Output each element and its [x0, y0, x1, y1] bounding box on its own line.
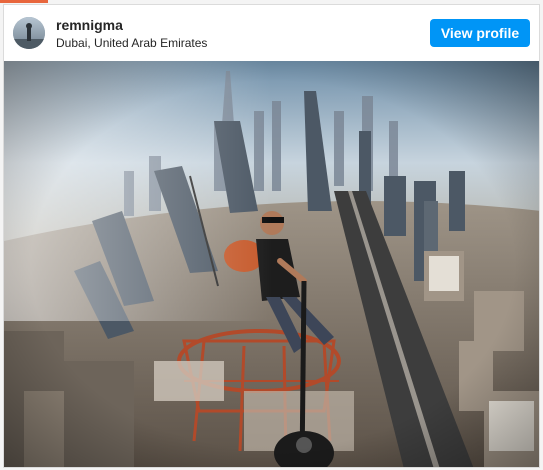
- username[interactable]: remnigma: [56, 17, 123, 33]
- skyline-selfie-photo: [4, 61, 539, 467]
- view-profile-button[interactable]: View profile: [430, 19, 530, 47]
- post-header: remnigma Dubai, United Arab Emirates Vie…: [4, 5, 539, 61]
- location-link[interactable]: Dubai, United Arab Emirates: [56, 36, 207, 50]
- instagram-post-embed: remnigma Dubai, United Arab Emirates Vie…: [3, 4, 540, 468]
- post-photo[interactable]: [4, 61, 539, 467]
- avatar[interactable]: [13, 17, 45, 49]
- accent-strip: [0, 0, 48, 3]
